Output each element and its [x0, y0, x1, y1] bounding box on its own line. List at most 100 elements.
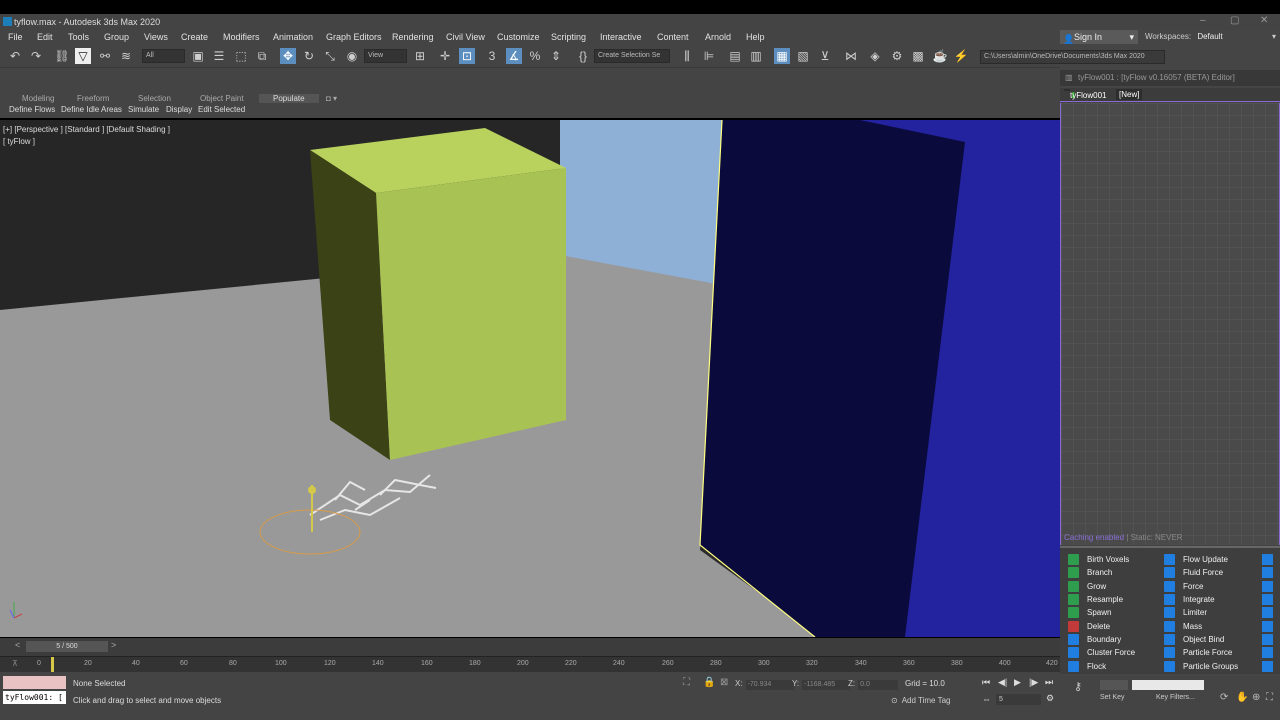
selection-filter-dropdown[interactable]: All — [142, 49, 185, 63]
angle-snap-icon[interactable]: ∡ — [506, 48, 522, 64]
place-icon[interactable]: ◉ — [344, 48, 360, 64]
rotate-icon[interactable]: ↻ — [301, 48, 317, 64]
menu-animation[interactable]: Animation — [273, 32, 313, 42]
select-by-name-icon[interactable]: ☰ — [211, 48, 227, 64]
key-mode-icon[interactable]: ⇔ — [982, 694, 991, 704]
curve-editor-icon[interactable]: ⊻ — [817, 48, 833, 64]
redo-icon[interactable]: ↷ — [28, 48, 44, 64]
render-setup-icon[interactable]: ⚙ — [889, 48, 905, 64]
selection-set-dropdown[interactable] — [1132, 680, 1204, 690]
menu-edit[interactable]: Edit — [37, 32, 53, 42]
align-icon[interactable]: ⊫ — [701, 48, 717, 64]
material-editor-icon[interactable]: ◈ — [867, 48, 883, 64]
simulate-button[interactable]: Simulate — [128, 105, 159, 114]
absolute-mode-icon[interactable]: ⊠ — [720, 677, 728, 688]
menu-views[interactable]: Views — [144, 32, 168, 42]
go-to-start-icon[interactable]: ⏮ — [982, 677, 990, 688]
isolate-icon[interactable]: ⛶ — [683, 677, 690, 688]
maxscript-listener-input[interactable]: tyFlow001: [ — [3, 691, 66, 704]
zoom-icon[interactable]: ⊕ — [1252, 692, 1260, 703]
move-icon[interactable]: ✥ — [280, 48, 296, 64]
scale-icon[interactable]: ⤡ — [322, 48, 338, 64]
menu-create[interactable]: Create — [181, 32, 208, 42]
menu-modifiers[interactable]: Modifiers — [223, 32, 260, 42]
undo-icon[interactable]: ↶ — [7, 48, 23, 64]
tyflow-node-canvas[interactable] — [1060, 103, 1280, 545]
rendered-frame-icon[interactable]: ▩ — [910, 48, 926, 64]
lock-icon[interactable]: 🔒 — [703, 677, 715, 688]
schematic-view-icon[interactable]: ⋈ — [843, 48, 859, 64]
render-iterative-icon[interactable]: ⚡ — [953, 48, 969, 64]
play-icon[interactable]: ▶ — [1014, 677, 1021, 688]
maximize-icon[interactable]: ▢ — [1230, 15, 1239, 26]
maxscript-listener-output[interactable] — [3, 676, 66, 689]
menu-rendering[interactable]: Rendering — [392, 32, 434, 42]
track-bar[interactable]: ⊼ 0 20 40 60 80 100 120 140 160 180 200 … — [0, 656, 1060, 672]
percent-snap-icon[interactable]: % — [527, 48, 543, 64]
prev-frame-icon[interactable]: < — [15, 640, 20, 650]
bind-warp-icon[interactable]: ≋ — [118, 48, 134, 64]
menu-interactive[interactable]: Interactive — [600, 32, 642, 42]
menu-graph-editors[interactable]: Graph Editors — [326, 32, 382, 42]
window-crossing-icon[interactable]: ⧉ — [254, 48, 270, 64]
ribbon-tab-freeform[interactable]: Freeform — [77, 94, 109, 103]
next-frame-icon[interactable]: > — [111, 640, 116, 650]
pivot-center-icon[interactable]: ⊞ — [412, 48, 428, 64]
select-filter-icon[interactable]: ▽ — [75, 48, 91, 64]
menu-arnold[interactable]: Arnold — [705, 32, 731, 42]
y-value-field[interactable]: -1168.485 — [802, 680, 851, 690]
define-flows-button[interactable]: Define Flows — [9, 105, 55, 114]
ribbon-tab-object-paint[interactable]: Object Paint — [200, 94, 244, 103]
key-filters-button[interactable]: Key Filters... — [1156, 694, 1195, 701]
minimize-icon[interactable]: – — [1200, 15, 1206, 26]
ribbon-tab-selection[interactable]: Selection — [138, 94, 171, 103]
keyboard-shortcut-icon[interactable]: ⊡ — [459, 48, 475, 64]
menu-tools[interactable]: Tools — [68, 32, 89, 42]
time-config-icon[interactable]: ⚙ — [1046, 693, 1054, 704]
mirror-icon[interactable]: ⫼ — [679, 48, 695, 64]
link-icon[interactable]: ⛓ — [54, 48, 70, 64]
track-bar-filter-icon[interactable]: ⊼ — [12, 659, 18, 668]
menu-customize[interactable]: Customize — [497, 32, 540, 42]
select-manipulate-icon[interactable]: ✛ — [437, 48, 453, 64]
orbit-icon[interactable]: ⟳ — [1220, 692, 1228, 703]
next-frame-button-icon[interactable]: |▶ — [1029, 677, 1038, 688]
scene-explorer-icon[interactable]: ▤ — [727, 48, 743, 64]
ribbon-toggle-icon[interactable]: ▦ — [774, 48, 790, 64]
auto-key-button[interactable] — [1100, 680, 1128, 690]
named-selection-dropdown[interactable]: Create Selection Se — [594, 49, 670, 63]
define-idle-areas-button[interactable]: Define Idle Areas — [61, 105, 122, 114]
menu-file[interactable]: File — [8, 32, 23, 42]
menu-content[interactable]: Content — [657, 32, 689, 42]
go-to-end-icon[interactable]: ⏭ — [1045, 677, 1053, 688]
snap-3d-icon[interactable]: 3 — [484, 48, 500, 64]
current-frame-field[interactable]: 5 — [996, 694, 1041, 705]
ribbon-tab-populate[interactable]: Populate — [259, 94, 319, 103]
add-time-tag-button[interactable]: ⊙ Add Time Tag — [891, 696, 950, 705]
menu-group[interactable]: Group — [104, 32, 129, 42]
maximize-viewport-icon[interactable]: ⛶ — [1266, 692, 1273, 703]
workspace-selector[interactable]: Workspaces: Default ▾ — [1145, 30, 1280, 44]
menu-help[interactable]: Help — [746, 32, 765, 42]
edit-selected-button[interactable]: Edit Selected — [198, 105, 245, 114]
select-object-icon[interactable]: ▣ — [190, 48, 206, 64]
pan-icon[interactable]: ✋ — [1236, 692, 1248, 703]
viewport-label[interactable]: [+] [Perspective ] [Standard ] [Default … — [3, 125, 170, 134]
display-button[interactable]: Display — [166, 105, 192, 114]
perspective-viewport[interactable]: [+] [Perspective ] [Standard ] [Default … — [0, 120, 1060, 637]
project-path-field[interactable]: C:\Users\almin\OneDrive\Documents\3ds Ma… — [980, 50, 1165, 64]
unlink-icon[interactable]: ⚯ — [97, 48, 113, 64]
layer-explorer-icon[interactable]: ▥ — [748, 48, 764, 64]
key-icon[interactable]: ⚷ — [1074, 680, 1082, 693]
time-slider-thumb[interactable]: 5 / 500 — [26, 641, 108, 652]
tab-new[interactable]: [New] — [1116, 89, 1143, 100]
close-icon[interactable]: ✕ — [1260, 15, 1268, 26]
edit-named-selection-icon[interactable]: {} — [575, 48, 591, 64]
time-slider[interactable]: < 5 / 500 > — [0, 638, 1060, 656]
menu-scripting[interactable]: Scripting — [551, 32, 586, 42]
ribbon-options-icon[interactable]: ◘ ▾ — [326, 94, 337, 103]
spinner-snap-icon[interactable]: ⇕ — [548, 48, 564, 64]
previous-frame-icon[interactable]: ◀| — [998, 677, 1007, 688]
set-key-button[interactable]: Set Key — [1100, 694, 1125, 701]
x-value-field[interactable]: -70.934 — [745, 680, 794, 690]
